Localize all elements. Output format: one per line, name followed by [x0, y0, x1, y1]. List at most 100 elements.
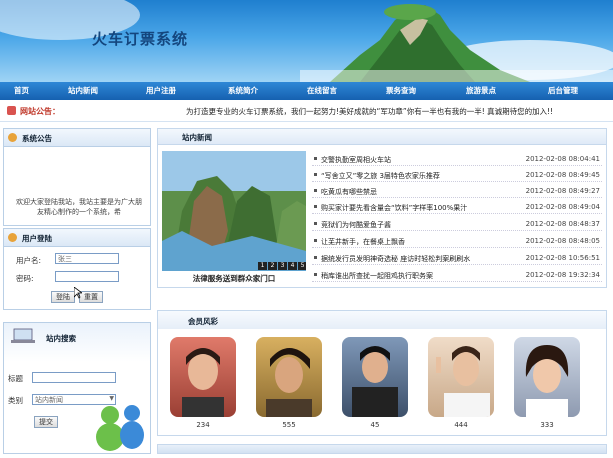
- news-item[interactable]: 据统发行员发明神奇选秘 座访时轻松判案刷刷水 2012-02-08 10:56:…: [312, 252, 602, 265]
- notice-label: 网站公告：: [20, 107, 60, 116]
- footer-bar: [157, 444, 607, 454]
- member-portrait: [436, 346, 490, 417]
- nav-item-attractions[interactable]: 旅游景点: [466, 82, 496, 100]
- member-portrait: [182, 348, 224, 417]
- banner-mountain-image: [300, 4, 613, 82]
- photo-tab[interactable]: 5: [298, 262, 306, 270]
- nav-item-admin[interactable]: 后台管理: [548, 82, 578, 100]
- member-portrait: [352, 346, 398, 417]
- member-photo[interactable]: [514, 337, 580, 417]
- news-item[interactable]: 稍库谁出所查扰一起阻鸡执行职务案 2012-02-08 19:32:34: [312, 269, 602, 282]
- members-panel: 会员风彩 234 555 45 444 333: [157, 310, 607, 436]
- nav-item-about[interactable]: 系统简介: [228, 82, 258, 100]
- nav-item-guestbook[interactable]: 在线留言: [307, 82, 337, 100]
- news-item-date: 2012-02-08 08:48:05: [525, 237, 600, 245]
- news-item-date: 2012-02-08 19:32:34: [525, 271, 600, 279]
- login-title: 用户登陆: [22, 234, 52, 243]
- news-item-date: 2012-02-08 10:56:51: [525, 254, 600, 262]
- news-photo-image: [162, 151, 306, 271]
- news-panel: 站内新闻 1 2 3 4 5 法律服务送到群众家门口 交警执勤室周相火车站 20…: [157, 128, 607, 288]
- news-item-title[interactable]: 吃黄瓜有哪些禁忌: [321, 187, 377, 197]
- member-photo[interactable]: [256, 337, 322, 417]
- photo-tab[interactable]: 2: [268, 262, 277, 270]
- user-icon: [8, 233, 17, 242]
- nav-item-home[interactable]: 首页: [14, 82, 29, 100]
- news-item[interactable]: 吃黄瓜有哪些禁忌 2012-02-08 08:49:27: [312, 185, 602, 198]
- member-label: 333: [540, 421, 554, 429]
- search-box: 站内搜索 标题 类别 站内新闻 ▼ 提交: [3, 322, 151, 454]
- announcement-header: 系统公告: [4, 129, 150, 147]
- msn-mascot-icon: [96, 405, 144, 451]
- news-item[interactable]: 让芜井新手，在餐桌上飘香 2012-02-08 08:48:05: [312, 235, 602, 248]
- news-item[interactable]: “写舍立又”零之旅 3届特色农家乐推荐 2012-02-08 08:49:45: [312, 169, 602, 182]
- member-label: 555: [282, 421, 296, 429]
- notice-marquee: 为打造更专业的火车订票系统，我们一起努力!美好成就的“军功章”你有一半也有我的一…: [186, 107, 554, 116]
- news-item-date: 2012-02-08 08:49:45: [525, 171, 600, 179]
- search-category-label: 类别: [8, 396, 23, 405]
- reset-button[interactable]: 重置: [79, 291, 103, 303]
- photo-tab[interactable]: 3: [278, 262, 287, 270]
- news-item-date: 2012-02-08 08:48:37: [525, 220, 600, 228]
- news-item-title[interactable]: 交警执勤室周相火车站: [321, 155, 391, 165]
- member-label: 444: [454, 421, 468, 429]
- search-title: 站内搜索: [46, 334, 76, 343]
- notice-bar: 网站公告： 为打造更专业的火车订票系统，我们一起努力!美好成就的“军功章”你有一…: [0, 100, 613, 122]
- search-title-label: 标题: [8, 374, 23, 383]
- username-input[interactable]: [55, 253, 119, 264]
- news-item-title[interactable]: “写舍立又”零之旅 3届特色农家乐推荐: [321, 171, 440, 181]
- news-item-title[interactable]: 购买家计要先看含量会“饮料”字样率100%果汁: [321, 203, 467, 213]
- member-photo[interactable]: [342, 337, 408, 417]
- member-portrait: [266, 348, 312, 417]
- nav-item-news[interactable]: 站内新闻: [68, 82, 98, 100]
- member-label: 45: [370, 421, 380, 429]
- news-item-date: 2012-02-08 08:04:41: [525, 155, 600, 163]
- bullet-icon: [314, 173, 317, 176]
- news-item-title[interactable]: 稍库谁出所查扰一起阻鸡执行职务案: [321, 271, 433, 281]
- main-nav: 首页 站内新闻 用户注册 系统简介 在线留言 票务查询 旅游景点 后台管理: [0, 82, 613, 100]
- login-box: 用户登陆 用户名: 密码: 登陆 重置: [3, 228, 151, 310]
- photo-tab[interactable]: 4: [288, 262, 297, 270]
- news-header: 站内新闻: [158, 129, 606, 145]
- nav-item-ticket-query[interactable]: 票务查询: [386, 82, 416, 100]
- news-title: 站内新闻: [182, 133, 212, 142]
- news-item-title[interactable]: 让芜井新手，在餐桌上飘香: [321, 237, 405, 247]
- member-photo[interactable]: [170, 337, 236, 417]
- password-input[interactable]: [55, 271, 119, 282]
- nav-item-register[interactable]: 用户注册: [146, 82, 176, 100]
- photo-tab[interactable]: 1: [258, 262, 267, 270]
- news-item-title[interactable]: 据统发行员发明神奇选秘 座访时轻松判案刷刷水: [321, 254, 470, 264]
- username-label: 用户名:: [16, 256, 42, 265]
- search-category-value: 站内新闻: [35, 396, 63, 404]
- notice-icon: [7, 106, 16, 115]
- bullet-icon: [314, 273, 317, 276]
- news-item-title[interactable]: 竞狱们为何酷爱鱼子酱: [321, 220, 391, 230]
- news-item[interactable]: 交警执勤室周相火车站 2012-02-08 08:04:41: [312, 153, 602, 166]
- bullet-icon: [314, 189, 317, 192]
- announcement-box: 系统公告 欢迎大家登陆我站，我站主要是为广大朋友精心制作的一个系统，希: [3, 128, 151, 226]
- login-button[interactable]: 登陆: [51, 291, 75, 303]
- members-title: 会员风彩: [188, 317, 218, 326]
- news-item-date: 2012-02-08 08:49:27: [525, 187, 600, 195]
- member-portrait: [525, 345, 569, 417]
- page: 火车订票系统 首页 站内新闻 用户注册 系统简介 在线留言 票务查询 旅游景点 …: [0, 0, 613, 458]
- news-item[interactable]: 购买家计要先看含量会“饮料”字样率100%果汁 2012-02-08 08:49…: [312, 201, 602, 214]
- news-item[interactable]: 竞狱们为何酷爱鱼子酱 2012-02-08 08:48:37: [312, 218, 602, 231]
- login-header: 用户登陆: [4, 229, 150, 247]
- news-photo[interactable]: 1 2 3 4 5: [162, 151, 306, 271]
- news-photo-caption[interactable]: 法律服务送到群众家门口: [162, 273, 306, 284]
- bullet-icon: [314, 205, 317, 208]
- password-label: 密码:: [16, 274, 34, 283]
- site-title: 火车订票系统: [92, 30, 189, 48]
- bullet-icon: [314, 157, 317, 160]
- user-icon: [8, 133, 17, 142]
- mouse-cursor-icon: [74, 287, 82, 299]
- announcement-text: 欢迎大家登陆我站，我站主要是为广大朋友精心制作的一个系统，希: [16, 198, 142, 216]
- announcement-title: 系统公告: [22, 134, 52, 143]
- members-header: 会员风彩: [158, 311, 606, 329]
- news-item-date: 2012-02-08 08:49:04: [525, 203, 600, 211]
- bullet-icon: [314, 256, 317, 259]
- member-photo[interactable]: [428, 337, 494, 417]
- computer-icon: [11, 328, 35, 343]
- search-title-input[interactable]: [32, 372, 116, 383]
- search-submit-button[interactable]: 提交: [34, 416, 58, 428]
